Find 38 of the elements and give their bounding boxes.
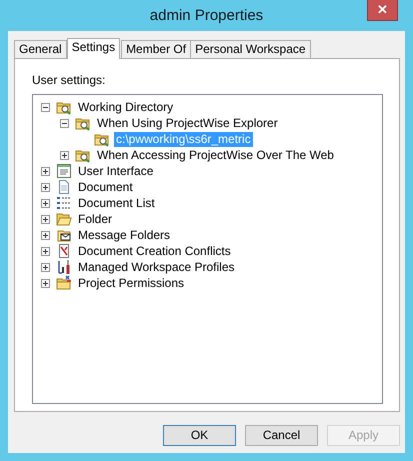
expand-icon[interactable] [41, 198, 50, 208]
window-icon [56, 163, 72, 179]
section-label: User settings: [32, 73, 106, 87]
tree-item[interactable]: Working Directory [76, 100, 176, 114]
document-icon [56, 179, 72, 195]
tab[interactable]: Member Of [121, 40, 192, 58]
folder-arrows-icon [56, 275, 72, 291]
collapse-icon[interactable] [41, 102, 50, 112]
tab[interactable]: General [14, 40, 67, 58]
tab[interactable]: Settings [66, 38, 120, 59]
tree-item[interactable]: When Using ProjectWise Explorer [95, 116, 280, 130]
dialog-button[interactable]: OK [163, 425, 236, 446]
tools-icon [56, 259, 72, 275]
expand-icon[interactable] [41, 182, 50, 192]
collapse-icon[interactable] [60, 118, 69, 128]
expand-icon[interactable] [41, 230, 50, 240]
window-title: admin Properties [150, 6, 264, 24]
expand-icon[interactable] [41, 278, 50, 288]
tree-item[interactable]: User Interface [76, 164, 156, 178]
tree-item[interactable]: Project Permissions [76, 276, 186, 290]
tree-item[interactable]: Managed Workspace Profiles [76, 260, 237, 274]
tree-item[interactable]: When Accessing ProjectWise Over The Web [95, 148, 336, 162]
tree-item[interactable]: Message Folders [76, 228, 172, 242]
close-button[interactable]: ✕ [367, 0, 398, 21]
tree-item[interactable]: Document List [76, 196, 157, 210]
conflict-document-icon [56, 243, 72, 259]
expand-icon[interactable] [60, 150, 69, 160]
tree-item[interactable]: Document [76, 180, 135, 194]
list-icon [56, 195, 72, 211]
expand-icon[interactable] [41, 166, 50, 176]
expand-icon[interactable] [41, 214, 50, 224]
tree-item[interactable]: Folder [76, 212, 114, 226]
expand-icon[interactable] [41, 246, 50, 256]
folder-icon [56, 211, 72, 227]
expand-icon[interactable] [41, 262, 50, 272]
tree-item[interactable]: Document Creation Conflicts [76, 244, 233, 258]
tab[interactable]: Personal Workspace [190, 40, 311, 58]
dialog-button[interactable]: Cancel [245, 425, 318, 446]
